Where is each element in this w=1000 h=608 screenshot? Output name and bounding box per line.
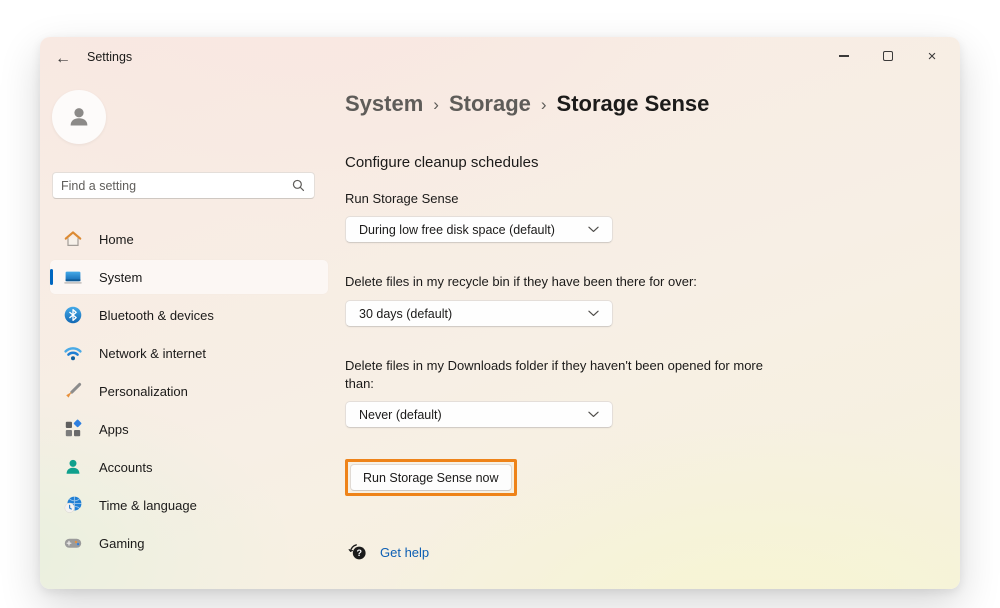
downloads-folder-label: Delete files in my Downloads folder if t… (345, 357, 769, 393)
system-icon (63, 267, 83, 287)
run-storage-sense-label: Run Storage Sense (345, 190, 458, 208)
main-content: System › Storage › Storage Sense Configu… (345, 37, 945, 589)
sidebar-item-network-internet[interactable]: Network & internet (50, 336, 328, 370)
chevron-right-icon: › (541, 93, 547, 115)
annotation-highlight: Run Storage Sense now (345, 459, 517, 496)
sidebar-item-label: Home (99, 232, 134, 247)
time-language-icon (63, 495, 83, 515)
sidebar-item-home[interactable]: Home (50, 222, 328, 256)
sidebar-item-label: Network & internet (99, 346, 206, 361)
sidebar-item-label: System (99, 270, 142, 285)
sidebar-item-accounts[interactable]: Accounts (50, 450, 328, 484)
sidebar-item-system[interactable]: System (50, 260, 328, 294)
sidebar-item-time-language[interactable]: Time & language (50, 488, 328, 522)
downloads-folder-dropdown[interactable]: Never (default) (345, 401, 613, 428)
breadcrumb-storage[interactable]: Storage (449, 91, 531, 117)
page-title: Storage Sense (557, 91, 710, 117)
back-arrow-icon: ← (55, 50, 71, 68)
breadcrumb: System › Storage › Storage Sense (345, 91, 709, 117)
sidebar-item-label: Bluetooth & devices (99, 308, 214, 323)
apps-icon (63, 419, 83, 439)
sidebar-item-gaming[interactable]: Gaming (50, 526, 328, 560)
dropdown-selected-value: During low free disk space (default) (359, 223, 588, 237)
person-icon (64, 102, 94, 132)
dropdown-selected-value: 30 days (default) (359, 307, 588, 321)
user-avatar[interactable] (52, 90, 106, 144)
network-icon (63, 343, 83, 363)
recycle-bin-label: Delete files in my recycle bin if they h… (345, 273, 825, 291)
back-button[interactable]: ← (48, 45, 78, 73)
sidebar-nav: Home System Bluetooth & devices Net (50, 222, 328, 564)
chevron-right-icon: › (433, 93, 439, 115)
get-help-row: ? Get help (348, 542, 429, 562)
help-question-icon: ? (348, 542, 368, 562)
search-icon (291, 178, 306, 193)
get-help-link[interactable]: Get help (380, 545, 429, 560)
sidebar-item-label: Gaming (99, 536, 145, 551)
chevron-down-icon (588, 226, 599, 233)
breadcrumb-system[interactable]: System (345, 91, 423, 117)
sidebar-item-bluetooth-devices[interactable]: Bluetooth & devices (50, 298, 328, 332)
home-icon (63, 229, 83, 249)
dropdown-selected-value: Never (default) (359, 408, 588, 422)
chevron-down-icon (588, 310, 599, 317)
app-title: Settings (87, 50, 132, 64)
sidebar-item-label: Apps (99, 422, 129, 437)
run-storage-sense-dropdown[interactable]: During low free disk space (default) (345, 216, 613, 243)
sidebar-item-label: Personalization (99, 384, 188, 399)
section-title: Configure cleanup schedules (345, 154, 538, 171)
recycle-bin-dropdown[interactable]: 30 days (default) (345, 300, 613, 327)
personalization-icon (63, 381, 83, 401)
search-box (52, 172, 315, 199)
chevron-down-icon (588, 411, 599, 418)
search-input[interactable] (61, 179, 291, 193)
accounts-icon (63, 457, 83, 477)
sidebar-item-label: Time & language (99, 498, 197, 513)
sidebar-item-apps[interactable]: Apps (50, 412, 328, 446)
sidebar-item-personalization[interactable]: Personalization (50, 374, 328, 408)
settings-window: ← Settings × Home (40, 37, 960, 589)
bluetooth-icon (63, 305, 83, 325)
run-storage-sense-now-button[interactable]: Run Storage Sense now (350, 464, 512, 491)
gaming-icon (63, 533, 83, 553)
sidebar-item-label: Accounts (99, 460, 152, 475)
svg-text:?: ? (356, 548, 362, 558)
